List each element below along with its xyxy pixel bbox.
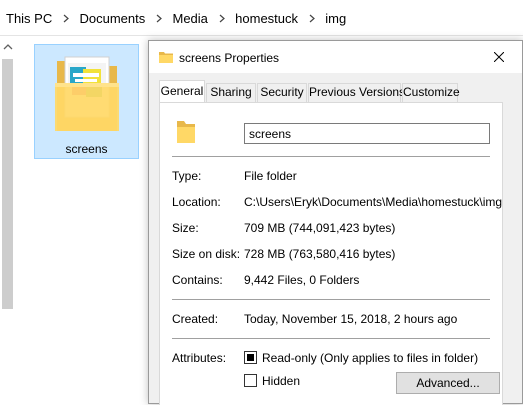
breadcrumb-documents[interactable]: Documents	[79, 11, 145, 26]
tab-customize[interactable]: Customize	[402, 83, 460, 102]
folder-thumbnail-icon	[55, 56, 119, 131]
chevron-right-icon[interactable]	[156, 14, 162, 23]
chevron-right-icon[interactable]	[63, 14, 69, 23]
divider	[172, 338, 490, 339]
folder-item-screens[interactable]: screens	[34, 44, 139, 159]
advanced-button[interactable]: Advanced...	[396, 372, 500, 394]
tab-sharing[interactable]: Sharing	[206, 83, 256, 102]
indeterminate-mark	[247, 354, 254, 361]
folder-icon	[177, 121, 195, 143]
folder-name-field[interactable]	[244, 123, 490, 144]
location-value: C:\Users\Eryk\Documents\Media\homestuck\…	[244, 195, 503, 209]
created-value: Today, November 15, 2018, 2 hours ago	[244, 312, 458, 326]
folder-icon	[159, 52, 173, 63]
type-value: File folder	[244, 169, 297, 183]
readonly-checkbox[interactable]	[244, 351, 257, 364]
divider	[172, 299, 490, 300]
close-icon	[494, 52, 504, 62]
dialog-titlebar[interactable]: screens Properties	[149, 41, 522, 73]
navigation-pane-scrollbar[interactable]	[0, 37, 16, 404]
address-bar[interactable]: This PC Documents Media homestuck img	[0, 0, 523, 36]
chevron-up-icon[interactable]	[1, 39, 15, 55]
chevron-right-icon[interactable]	[219, 14, 225, 23]
breadcrumb: This PC Documents Media homestuck img	[6, 10, 346, 26]
size-on-disk-label: Size on disk:	[172, 247, 241, 261]
dialog-title: screens Properties	[179, 51, 280, 65]
created-label: Created:	[172, 312, 219, 326]
breadcrumb-homestuck[interactable]: homestuck	[235, 11, 298, 26]
location-label: Location:	[172, 195, 221, 209]
size-label: Size:	[172, 221, 199, 235]
tab-previous-versions[interactable]: Previous Versions	[308, 83, 405, 102]
breadcrumb-media[interactable]: Media	[172, 11, 207, 26]
hidden-label[interactable]: Hidden	[262, 374, 300, 388]
hidden-checkbox[interactable]	[244, 374, 257, 387]
close-button[interactable]	[476, 41, 522, 73]
size-on-disk-value: 728 MB (763,580,416 bytes)	[244, 247, 396, 261]
chevron-right-icon[interactable]	[309, 14, 315, 23]
readonly-label[interactable]: Read-only (Only applies to files in fold…	[262, 351, 478, 365]
attributes-label: Attributes:	[172, 351, 227, 365]
properties-dialog: screens Properties General Sharing Secur…	[148, 40, 523, 405]
type-label: Type:	[172, 169, 202, 183]
contains-label: Contains:	[172, 273, 223, 287]
general-tab-panel: Type: File folder Location: C:\Users\Ery…	[159, 102, 503, 405]
breadcrumb-this-pc[interactable]: This PC	[6, 11, 52, 26]
divider	[172, 156, 490, 157]
contains-value: 9,442 Files, 0 Folders	[244, 273, 360, 287]
tab-security[interactable]: Security	[257, 83, 307, 102]
scrollbar-thumb[interactable]	[2, 59, 13, 309]
folder-name-label: screens	[65, 142, 108, 156]
breadcrumb-img[interactable]: img	[325, 11, 346, 26]
size-value: 709 MB (744,091,423 bytes)	[244, 221, 396, 235]
tab-general[interactable]: General	[159, 80, 205, 102]
